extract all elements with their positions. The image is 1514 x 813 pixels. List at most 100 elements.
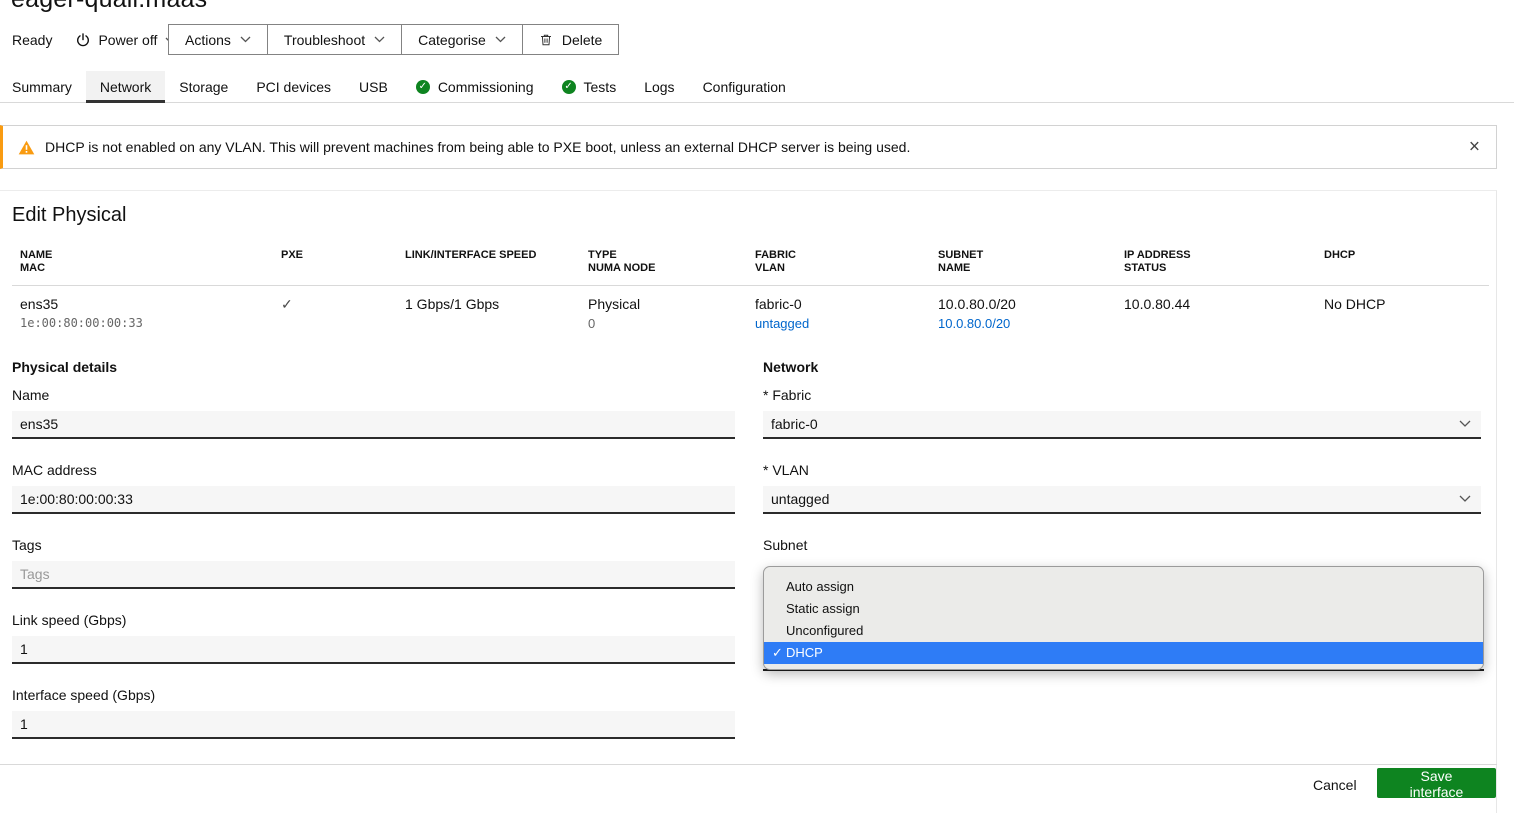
fabric-value: fabric-0 bbox=[755, 295, 938, 313]
vlan-label: * VLAN bbox=[763, 462, 1481, 478]
tab-label: PCI devices bbox=[256, 79, 331, 95]
trash-icon bbox=[539, 33, 553, 47]
tab-label: Commissioning bbox=[438, 79, 534, 95]
tab-storage[interactable]: Storage bbox=[165, 71, 242, 103]
interface-table-row: ens35 1e:00:80:00:00:33 ✓ 1 Gbps/1 Gbps … bbox=[12, 286, 1489, 332]
edit-physical-card: Edit Physical NAMEMAC PXE LINK/INTERFACE… bbox=[0, 190, 1497, 813]
cell-pxe: ✓ bbox=[281, 295, 405, 332]
col-name-mac: NAMEMAC bbox=[20, 249, 281, 275]
troubleshoot-button[interactable]: Troubleshoot bbox=[268, 25, 402, 54]
tab-network[interactable]: Network bbox=[86, 71, 165, 103]
tab-label: Storage bbox=[179, 79, 228, 95]
col-ip-status: IP ADDRESSSTATUS bbox=[1124, 249, 1324, 275]
fabric-label: * Fabric bbox=[763, 387, 1481, 403]
subnet-option-dhcp[interactable]: ✓ DHCP bbox=[764, 642, 1483, 664]
cell-dhcp: No DHCP bbox=[1324, 295, 1481, 332]
tab-summary[interactable]: Summary bbox=[0, 71, 86, 103]
link-speed-field[interactable] bbox=[12, 636, 735, 664]
tags-field[interactable] bbox=[12, 561, 735, 589]
cell-subnet-name: 10.0.80.0/20 10.0.80.0/20 bbox=[938, 295, 1124, 332]
subnet-value: 10.0.80.0/20 bbox=[938, 295, 1124, 313]
vlan-select[interactable]: untagged bbox=[763, 486, 1481, 514]
chevron-down-icon bbox=[1459, 420, 1471, 428]
tab-label: Logs bbox=[644, 79, 674, 95]
numa-node-value: 0 bbox=[588, 315, 755, 332]
col-pxe: PXE bbox=[281, 249, 405, 275]
link-speed-value: 1 Gbps/1 Gbps bbox=[405, 295, 588, 313]
actions-label: Actions bbox=[185, 32, 231, 48]
dhcp-warning-banner: DHCP is not enabled on any VLAN. This wi… bbox=[0, 125, 1497, 169]
footer-divider bbox=[0, 764, 1497, 765]
tags-label: Tags bbox=[12, 537, 735, 553]
col-type-numa: TYPENUMA NODE bbox=[588, 249, 755, 275]
tab-configuration[interactable]: Configuration bbox=[689, 71, 800, 103]
subnet-option-unconfigured[interactable]: Unconfigured bbox=[764, 620, 1483, 642]
power-icon bbox=[76, 33, 90, 47]
col-dhcp: DHCP bbox=[1324, 249, 1481, 275]
name-field[interactable] bbox=[12, 411, 735, 439]
tab-label: Network bbox=[100, 79, 151, 95]
col-fabric-vlan: FABRICVLAN bbox=[755, 249, 938, 275]
cell-name-mac: ens35 1e:00:80:00:00:33 bbox=[20, 295, 281, 332]
network-section: Network * Fabric fabric-0 * VLAN untagge… bbox=[763, 359, 1481, 553]
fabric-selected-value: fabric-0 bbox=[771, 416, 818, 432]
interface-name: ens35 bbox=[20, 295, 281, 313]
option-label: Unconfigured bbox=[786, 623, 863, 638]
success-check-icon: ✓ bbox=[416, 80, 430, 94]
categorise-button[interactable]: Categorise bbox=[402, 25, 523, 54]
tab-tests[interactable]: ✓ Tests bbox=[548, 71, 631, 103]
power-label: Power off bbox=[98, 32, 157, 48]
subnet-dropdown-menu: Auto assign Static assign Unconfigured ✓… bbox=[763, 566, 1484, 670]
name-label: Name bbox=[12, 387, 735, 403]
interface-speed-label: Interface speed (Gbps) bbox=[12, 687, 735, 703]
dhcp-value: No DHCP bbox=[1324, 295, 1481, 313]
mac-address-field[interactable] bbox=[12, 486, 735, 514]
tab-commissioning[interactable]: ✓ Commissioning bbox=[402, 71, 548, 103]
machine-details-page: eager-quail.maas Ready Power off Actions bbox=[0, 0, 1514, 813]
ip-address-value: 10.0.80.44 bbox=[1124, 295, 1324, 313]
tab-label: Configuration bbox=[703, 79, 786, 95]
tab-logs[interactable]: Logs bbox=[630, 71, 688, 103]
cell-type-numa: Physical 0 bbox=[588, 295, 755, 332]
link-speed-label: Link speed (Gbps) bbox=[12, 612, 735, 628]
tab-label: USB bbox=[359, 79, 388, 95]
warning-message: DHCP is not enabled on any VLAN. This wi… bbox=[45, 139, 910, 155]
chevron-down-icon bbox=[374, 36, 385, 43]
subnet-name-link[interactable]: 10.0.80.0/20 bbox=[938, 315, 1124, 332]
interface-speed-field[interactable] bbox=[12, 711, 735, 739]
tab-usb[interactable]: USB bbox=[345, 71, 402, 103]
edit-physical-title: Edit Physical bbox=[12, 204, 127, 227]
cancel-button[interactable]: Cancel bbox=[1299, 770, 1371, 800]
option-label: Auto assign bbox=[786, 579, 854, 594]
power-dropdown-button[interactable]: Power off bbox=[76, 32, 176, 48]
tab-pci-devices[interactable]: PCI devices bbox=[242, 71, 345, 103]
vlan-link[interactable]: untagged bbox=[755, 315, 938, 332]
machine-status-bar: Ready Power off bbox=[12, 24, 176, 56]
col-link-speed: LINK/INTERFACE SPEED bbox=[405, 249, 588, 275]
success-check-icon: ✓ bbox=[562, 80, 576, 94]
delete-label: Delete bbox=[562, 32, 602, 48]
interface-table-header: NAMEMAC PXE LINK/INTERFACE SPEED TYPENUM… bbox=[12, 249, 1489, 275]
vlan-selected-value: untagged bbox=[771, 491, 829, 507]
delete-button[interactable]: Delete bbox=[523, 25, 618, 54]
warning-icon bbox=[18, 140, 35, 155]
close-icon[interactable]: × bbox=[1465, 134, 1484, 161]
cell-fabric-vlan: fabric-0 untagged bbox=[755, 295, 938, 332]
machine-action-button-group: Actions Troubleshoot Categorise bbox=[168, 24, 619, 55]
option-label: Static assign bbox=[786, 601, 860, 616]
selected-check-icon: ✓ bbox=[770, 642, 785, 664]
network-heading: Network bbox=[763, 359, 1481, 375]
save-interface-button[interactable]: Save interface bbox=[1377, 768, 1496, 798]
tab-label: Tests bbox=[584, 79, 617, 95]
machine-status: Ready bbox=[12, 32, 52, 48]
subnet-option-static-assign[interactable]: Static assign bbox=[764, 598, 1483, 620]
machine-title: eager-quail.maas bbox=[11, 0, 207, 14]
fabric-select[interactable]: fabric-0 bbox=[763, 411, 1481, 439]
interface-mac: 1e:00:80:00:00:33 bbox=[20, 315, 281, 332]
subnet-option-auto-assign[interactable]: Auto assign bbox=[764, 576, 1483, 598]
option-label: DHCP bbox=[786, 645, 823, 660]
subnet-label: Subnet bbox=[763, 537, 1481, 553]
actions-button[interactable]: Actions bbox=[169, 25, 268, 54]
machine-tabs: Summary Network Storage PCI devices USB … bbox=[0, 71, 1514, 103]
tab-label: Summary bbox=[12, 79, 72, 95]
